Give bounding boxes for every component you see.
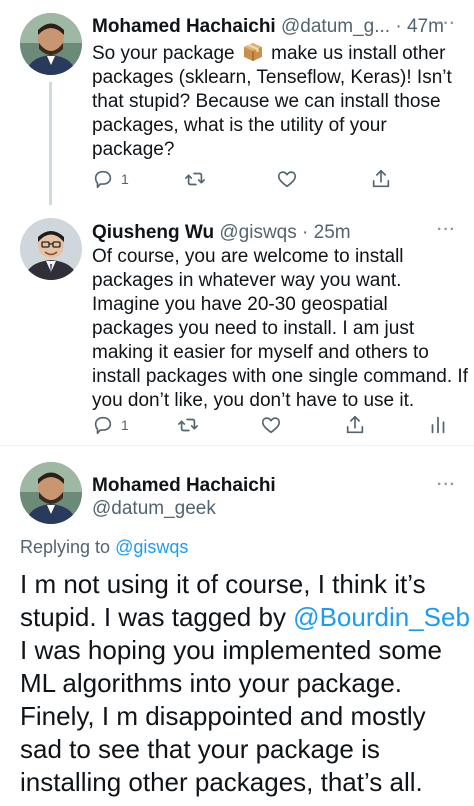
retweet-button[interactable] [184,167,206,191]
share-button[interactable] [344,413,366,437]
author-name[interactable]: Mohamed Hachaichi [92,474,276,498]
tweet-text: Of course, you are welcome to install pa… [92,245,468,413]
text-segment: So your package [92,43,240,64]
text-line: packages in whatever way you want. [92,270,402,291]
text-line: Finely, I m disappointed and mostly [20,701,426,731]
thread-line [49,82,52,205]
text-line: sad to see that your package is [20,734,380,764]
more-icon[interactable]: ··· [437,15,456,33]
mention-link[interactable]: @Bourdin_Seb [293,602,470,632]
text-segment: stupid. I was tagged by [20,602,294,632]
replying-to: Replying to @giswqs [20,535,188,559]
text-line: Of course, you are welcome to install [92,246,404,267]
text-line: packages (sklearn, Tenseflow, Keras)! Is… [92,67,452,88]
handle-and-time: @giswqs · 25m [219,222,351,243]
text-line: packages you need to install. I am just [92,318,415,339]
retweet-button[interactable] [177,413,199,437]
retweet-icon [177,414,199,436]
author-handle[interactable]: @datum_geek [92,497,216,521]
handle-and-time: @datum_g... · 47m [281,16,444,37]
like-icon [276,168,298,190]
more-icon[interactable]: ··· [437,221,456,239]
reply-button[interactable]: 1 [92,167,129,191]
text-line: installing other packages, that’s all. [20,767,423,797]
main-tweet: Mohamed Hachaichi @datum_geek ··· Replyi… [0,446,474,806]
share-icon [344,414,366,436]
reply-count: 1 [121,171,129,187]
tweet-text: I m not using it of course, I think it’s… [20,568,470,799]
reply-icon [92,414,114,436]
avatar[interactable] [20,462,82,524]
text-line: making it easier for myself and others t… [92,342,429,363]
analytics-icon [427,414,449,436]
text-line: ML algorithms into your package. [20,668,403,698]
reply-tweet-1[interactable]: Mohamed Hachaichi @datum_g... · 47m ··· … [0,0,474,205]
more-icon[interactable]: ··· [437,476,456,494]
text-line: that stupid? Because we can install thos… [92,91,441,112]
action-bar: 1 [92,167,452,191]
avatar[interactable] [20,13,82,75]
author-name[interactable]: Mohamed Hachaichi [92,16,276,37]
like-button[interactable] [276,167,298,191]
share-button[interactable] [370,167,392,191]
retweet-icon [184,168,206,190]
text-line: install packages with one single command… [92,366,468,387]
text-segment: make us install other [265,43,446,64]
replying-prefix: Replying to [20,537,116,557]
tweet-header: Mohamed Hachaichi @datum_g... · 47m [92,15,464,39]
reply-icon [92,168,114,190]
text-line: you don’t like, you don’t have to use it… [92,390,415,411]
avatar[interactable] [20,218,82,280]
tweet-header: Qiusheng Wu @giswqs · 25m [92,221,464,245]
reply-button[interactable]: 1 [92,413,129,437]
reply-count: 1 [121,417,129,433]
text-line: Imagine you have 20-30 geospatial [92,294,388,315]
package-emoji-icon [242,41,264,63]
replying-handle-link[interactable]: @giswqs [115,537,188,557]
reply-tweet-2[interactable]: Qiusheng Wu @giswqs · 25m ··· Of course,… [0,205,474,445]
like-icon [260,414,282,436]
analytics-button[interactable] [427,413,449,437]
text-line: So your package make us install other [92,41,466,66]
share-icon [370,168,392,190]
action-bar: 1 [92,413,454,437]
text-line: packages, what is the utility of your [92,115,387,136]
text-line: I was hoping you implemented some [20,635,443,665]
tweet-text: So your package make us install other pa… [92,41,466,162]
like-button[interactable] [260,413,282,437]
text-line: package? [92,139,175,160]
text-line: I m not using it of course, I think it’s [20,569,426,599]
text-line: stupid. I was tagged by @Bourdin_Seb [20,601,470,634]
author-name[interactable]: Qiusheng Wu [92,222,214,243]
